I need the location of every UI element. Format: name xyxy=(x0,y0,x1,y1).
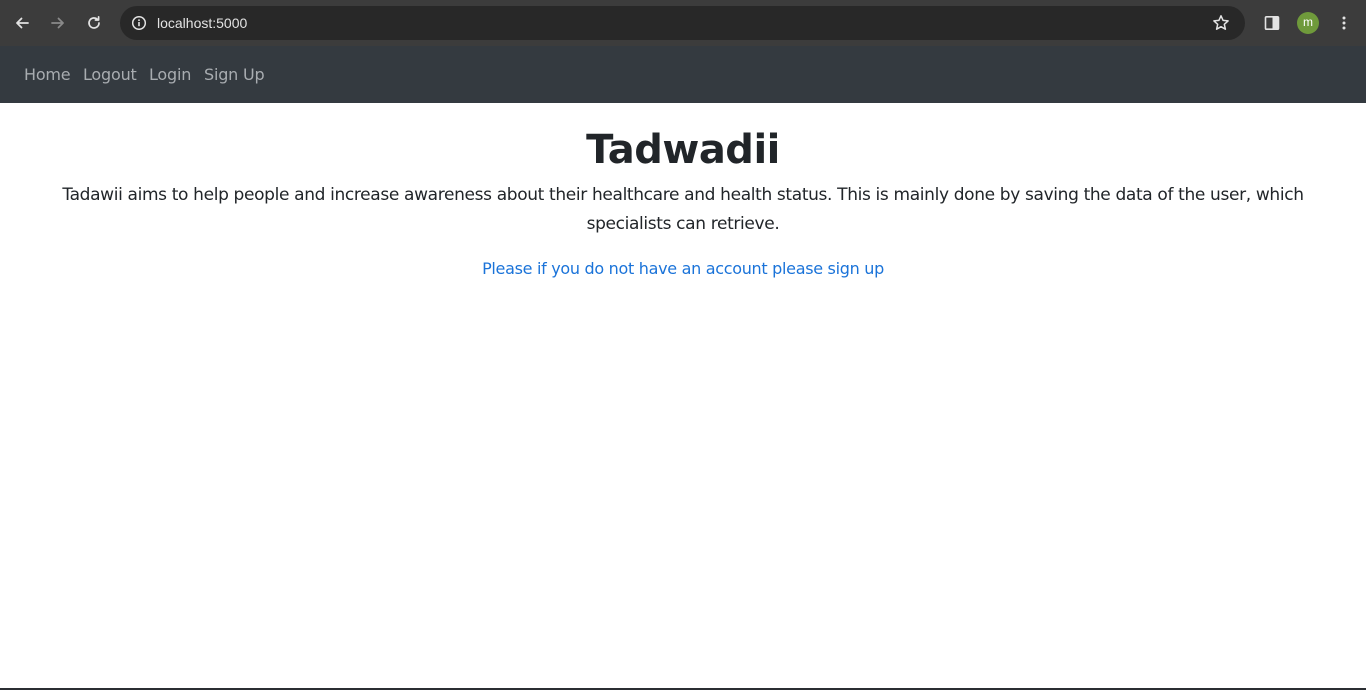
arrow-left-icon xyxy=(16,17,29,29)
site-navbar: Home Logout Login Sign Up xyxy=(0,46,1366,103)
nav-link-signup[interactable]: Sign Up xyxy=(204,65,265,85)
url-text[interactable]: localhost:5000 xyxy=(157,14,247,32)
back-button[interactable] xyxy=(10,11,34,35)
nav-link-logout[interactable]: Logout xyxy=(83,65,137,85)
page-title: Tadwadii xyxy=(586,127,780,173)
side-panel-icon[interactable] xyxy=(1262,13,1282,33)
avatar[interactable]: m xyxy=(1297,12,1319,34)
reload-button[interactable] xyxy=(82,11,106,35)
arrow-right-icon xyxy=(51,17,64,29)
forward-button[interactable] xyxy=(46,11,70,35)
browser-toolbar: localhost:5000 m xyxy=(0,0,1366,46)
nav-link-login[interactable]: Login xyxy=(149,65,191,85)
reload-icon xyxy=(88,15,100,29)
info-icon[interactable] xyxy=(128,12,150,34)
address-bar[interactable]: localhost:5000 xyxy=(120,6,1245,40)
kebab-menu-icon[interactable] xyxy=(1334,13,1354,33)
nav-link-home[interactable]: Home xyxy=(24,65,71,85)
signup-link[interactable]: Please if you do not have an account ple… xyxy=(0,259,1366,279)
intro-text: Tadawii aims to help people and increase… xyxy=(62,185,1304,234)
star-icon[interactable] xyxy=(1211,13,1231,33)
